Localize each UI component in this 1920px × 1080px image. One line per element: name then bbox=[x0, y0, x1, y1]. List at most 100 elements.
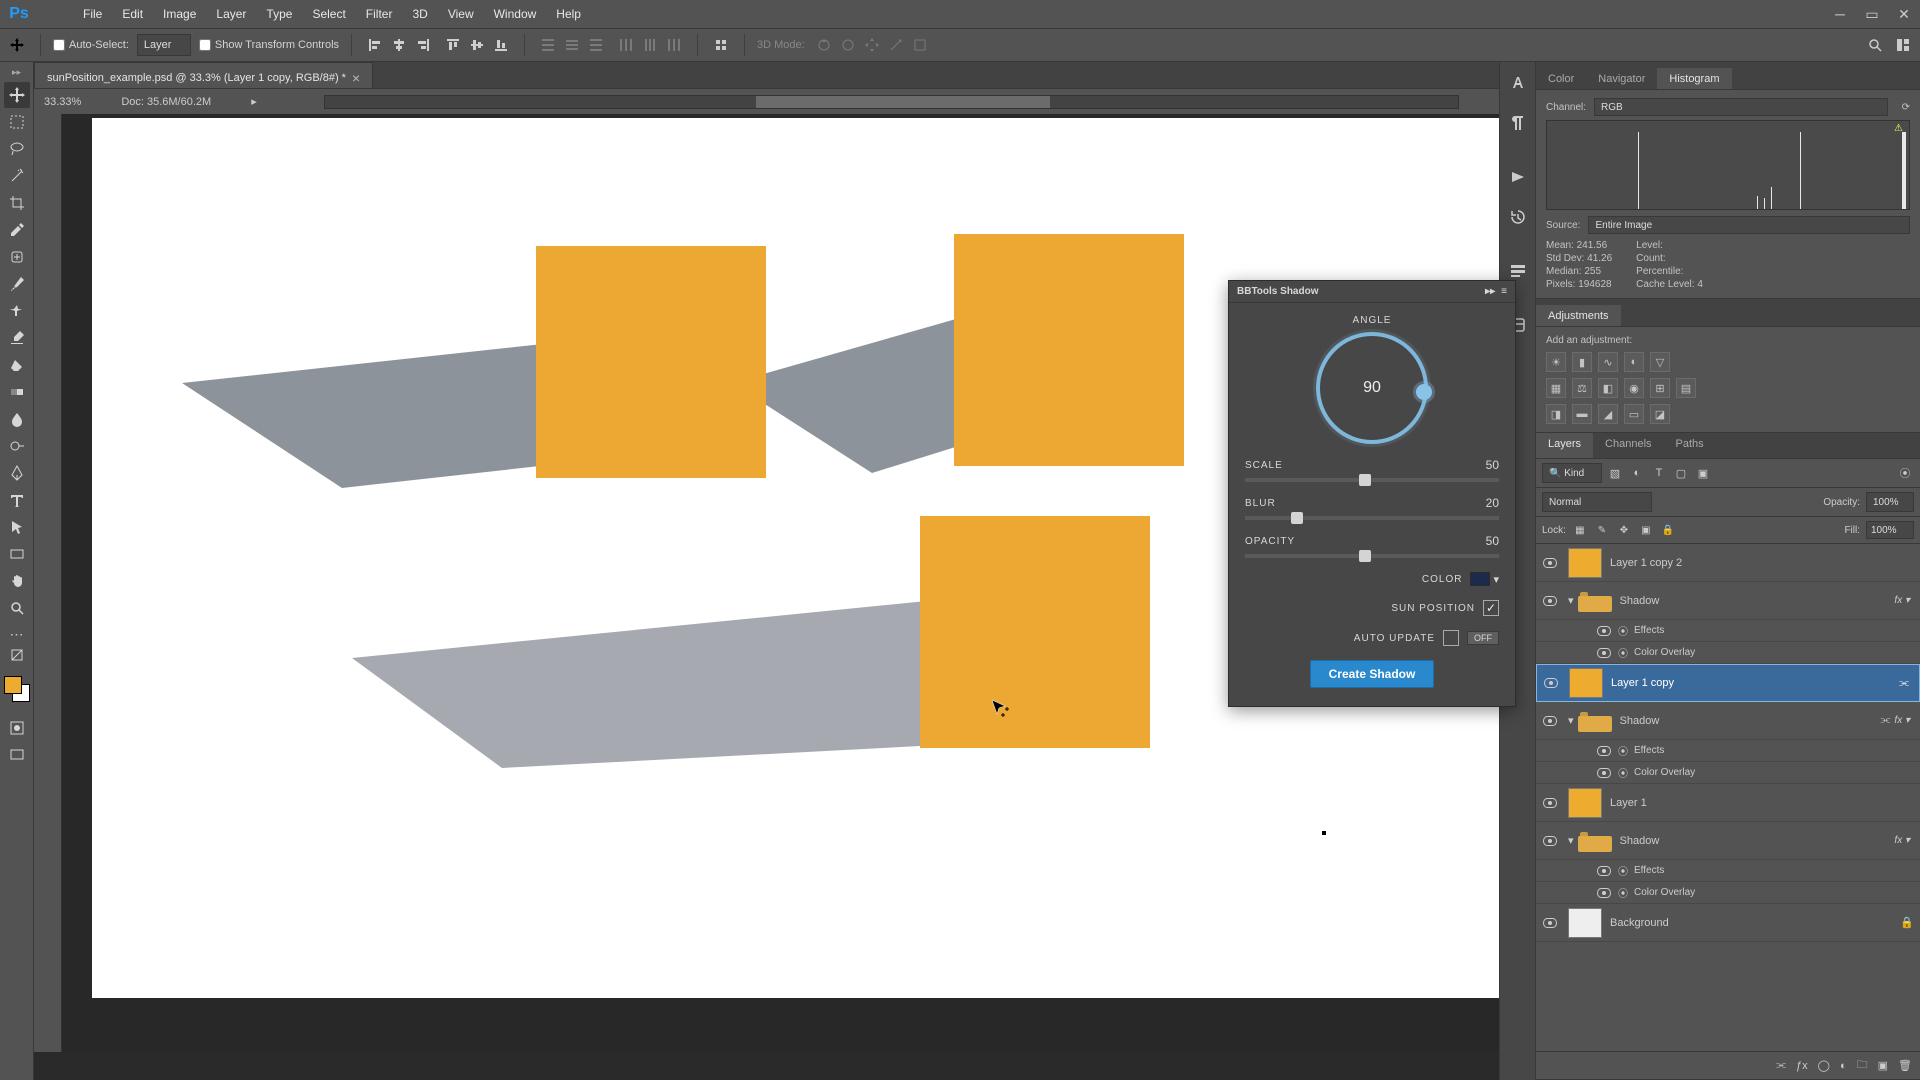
layer-row[interactable]: ▾Shadowfx ▾ bbox=[1536, 822, 1920, 860]
filter-shape-icon[interactable]: ▢ bbox=[1672, 464, 1690, 482]
opacity-slider[interactable] bbox=[1245, 554, 1499, 558]
tab-channels[interactable]: Channels bbox=[1593, 433, 1663, 458]
opacity-input[interactable] bbox=[1866, 492, 1914, 512]
color-swatches[interactable] bbox=[3, 675, 31, 703]
folder-chevron-icon[interactable]: ▾ bbox=[1568, 594, 1574, 607]
screen-mode-tool[interactable] bbox=[4, 742, 30, 768]
menu-edit[interactable]: Edit bbox=[112, 4, 153, 24]
auto-update-checkbox[interactable] bbox=[1443, 630, 1459, 646]
bbtools-shadow-panel[interactable]: BBTools Shadow ▸▸ ≡ ANGLE 90 SCALE50 BLU… bbox=[1228, 280, 1516, 707]
eraser-tool[interactable] bbox=[4, 352, 30, 378]
menu-file[interactable]: File bbox=[73, 4, 112, 24]
clone-stamp-tool[interactable] bbox=[4, 298, 30, 324]
layer-row[interactable]: Layer 1 copy⫘ bbox=[1536, 664, 1920, 702]
history-brush-tool[interactable] bbox=[4, 325, 30, 351]
levels-icon[interactable]: ▮ bbox=[1572, 352, 1592, 372]
new-group-icon[interactable]: 🗀 bbox=[1857, 1056, 1868, 1075]
filter-pixel-icon[interactable]: ▧ bbox=[1606, 464, 1624, 482]
color-lookup-icon[interactable]: ▤ bbox=[1676, 378, 1696, 398]
visibility-toggle[interactable] bbox=[1590, 746, 1618, 756]
tab-histogram[interactable]: Histogram bbox=[1657, 68, 1731, 89]
tab-color[interactable]: Color bbox=[1536, 68, 1586, 89]
layer-fx-icon[interactable]: ƒx bbox=[1796, 1060, 1808, 1072]
rectangle-tool[interactable] bbox=[4, 541, 30, 567]
folder-chevron-icon[interactable]: ▾ bbox=[1568, 834, 1574, 847]
menu-image[interactable]: Image bbox=[153, 4, 206, 24]
threshold-icon[interactable]: ◢ bbox=[1598, 404, 1618, 424]
lasso-tool[interactable] bbox=[4, 136, 30, 162]
menu-layer[interactable]: Layer bbox=[206, 4, 256, 24]
color-dropdown-icon[interactable]: ▾ bbox=[1493, 573, 1499, 586]
folder-chevron-icon[interactable]: ▾ bbox=[1568, 714, 1574, 727]
filter-type-icon[interactable]: T bbox=[1650, 464, 1668, 482]
document-tab[interactable]: sunPosition_example.psd @ 33.3% (Layer 1… bbox=[34, 62, 373, 88]
channel-mixer-icon[interactable]: ⊞ bbox=[1650, 378, 1670, 398]
minimize-button[interactable]: ─ bbox=[1824, 2, 1856, 26]
paragraph-panel-icon[interactable] bbox=[1507, 112, 1529, 134]
visibility-toggle[interactable] bbox=[1590, 888, 1618, 898]
source-select[interactable]: Entire Image bbox=[1588, 216, 1910, 234]
visibility-toggle[interactable] bbox=[1590, 768, 1618, 778]
spot-heal-tool[interactable] bbox=[4, 244, 30, 270]
exposure-icon[interactable]: ◐ bbox=[1624, 352, 1644, 372]
visibility-toggle[interactable] bbox=[1536, 798, 1564, 808]
filter-adjust-icon[interactable]: ◐ bbox=[1628, 464, 1646, 482]
angle-dial[interactable]: 90 bbox=[1316, 332, 1428, 444]
layer-effect-row[interactable]: ⦿Effects bbox=[1536, 740, 1920, 762]
visibility-toggle[interactable] bbox=[1536, 836, 1564, 846]
fill-input[interactable] bbox=[1866, 521, 1914, 539]
auto-select-checkbox[interactable]: Auto-Select: bbox=[53, 39, 129, 51]
angle-knob[interactable] bbox=[1416, 384, 1432, 400]
visibility-toggle[interactable] bbox=[1590, 626, 1618, 636]
layer-effect-row[interactable]: ⦿Color Overlay bbox=[1536, 762, 1920, 784]
workspace-icon[interactable] bbox=[1892, 34, 1914, 56]
brightness-icon[interactable]: ☀ bbox=[1546, 352, 1566, 372]
history-panel-icon[interactable] bbox=[1507, 206, 1529, 228]
hand-tool[interactable] bbox=[4, 568, 30, 594]
move-tool[interactable] bbox=[4, 82, 30, 108]
menu-view[interactable]: View bbox=[438, 4, 484, 24]
align-top-edges-icon[interactable] bbox=[442, 34, 464, 56]
link-layers-icon[interactable]: ⫘ bbox=[1776, 1059, 1786, 1072]
visibility-toggle[interactable] bbox=[1536, 558, 1564, 568]
layer-row[interactable]: Background🔒 bbox=[1536, 904, 1920, 942]
align-v-centers-icon[interactable] bbox=[466, 34, 488, 56]
refresh-histogram-icon[interactable]: ⟳ bbox=[1902, 102, 1910, 113]
vibrance-icon[interactable]: ▽ bbox=[1650, 352, 1670, 372]
auto-align-icon[interactable] bbox=[710, 34, 732, 56]
sun-position-checkbox[interactable]: ✓ bbox=[1483, 600, 1499, 616]
layer-row[interactable]: ▾Shadowfx ▾ bbox=[1536, 582, 1920, 620]
auto-select-target[interactable]: Layer bbox=[137, 34, 191, 56]
marquee-tool[interactable] bbox=[4, 109, 30, 135]
eyedropper-tool[interactable] bbox=[4, 217, 30, 243]
menu-help[interactable]: Help bbox=[546, 4, 591, 24]
layer-filter-kind[interactable]: 🔍 Kind bbox=[1542, 463, 1602, 483]
layer-effect-row[interactable]: ⦿Effects bbox=[1536, 860, 1920, 882]
doc-info[interactable]: Doc: 35.6M/60.2M bbox=[121, 96, 211, 108]
filter-smart-icon[interactable]: ▣ bbox=[1694, 464, 1712, 482]
tab-navigator[interactable]: Navigator bbox=[1586, 68, 1657, 89]
pen-tool[interactable] bbox=[4, 460, 30, 486]
layer-row[interactable]: Layer 1 copy 2 bbox=[1536, 544, 1920, 582]
search-icon[interactable] bbox=[1864, 34, 1886, 56]
tab-paths[interactable]: Paths bbox=[1664, 433, 1716, 458]
layer-mask-icon[interactable]: ◯ bbox=[1818, 1059, 1830, 1072]
invert-icon[interactable]: ◨ bbox=[1546, 404, 1566, 424]
adjustments-tab[interactable]: Adjustments bbox=[1536, 305, 1621, 326]
crop-tool[interactable] bbox=[4, 190, 30, 216]
filter-toggle[interactable]: ⦿ bbox=[1896, 464, 1914, 482]
tool-more[interactable]: ⋯ bbox=[7, 626, 27, 642]
fx-badge[interactable]: fx ▾ bbox=[1894, 715, 1910, 726]
align-left-edges-icon[interactable] bbox=[364, 34, 386, 56]
visibility-toggle[interactable] bbox=[1536, 918, 1564, 928]
lock-position-icon[interactable]: ✥ bbox=[1616, 522, 1632, 538]
maximize-button[interactable]: ▭ bbox=[1856, 2, 1888, 26]
blur-tool[interactable] bbox=[4, 406, 30, 432]
quick-mask-tool[interactable] bbox=[4, 715, 30, 741]
lock-pixels-icon[interactable]: ✎ bbox=[1594, 522, 1610, 538]
visibility-toggle[interactable] bbox=[1590, 648, 1618, 658]
type-tool[interactable] bbox=[4, 487, 30, 513]
menu-select[interactable]: Select bbox=[302, 4, 355, 24]
layer-row[interactable]: Layer 1 bbox=[1536, 784, 1920, 822]
color-balance-icon[interactable]: ⚖ bbox=[1572, 378, 1592, 398]
